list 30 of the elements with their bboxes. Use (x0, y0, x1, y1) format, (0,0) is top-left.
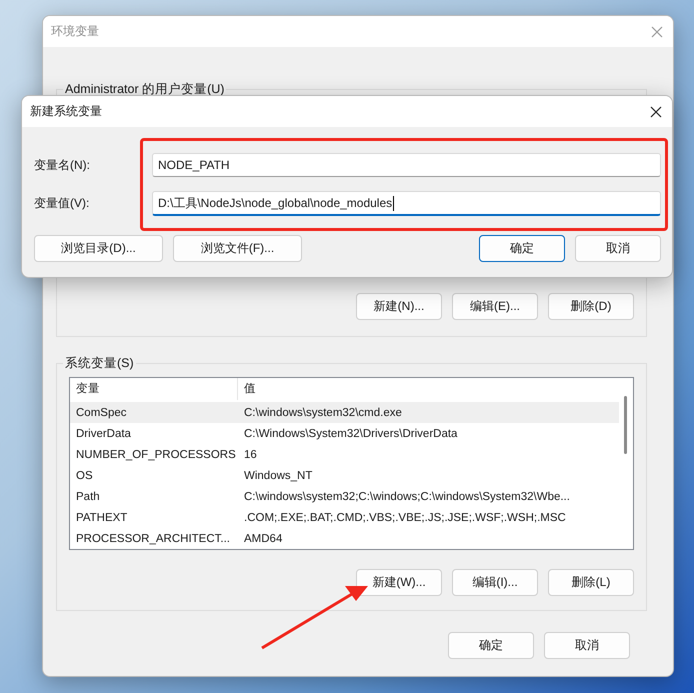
list-row[interactable]: PROCESSOR_ARCHITECT... AMD64 (70, 528, 619, 549)
field-label: 变量值(V): (34, 195, 90, 212)
input-field[interactable]: NODE_PATH (152, 153, 661, 177)
dialog-button[interactable]: 浏览文件(F)... (173, 235, 302, 262)
field-label: 变量名(N): (34, 156, 91, 174)
list-row[interactable]: DriverData C:\Windows\System32\Drivers\DriverData (70, 423, 619, 444)
column-header[interactable]: 变量 (70, 378, 238, 400)
list-row[interactable]: Path C:\windows\system32;C:\windows;C:\windows\System32\Wbe... (70, 486, 619, 507)
input-field[interactable]: D:\工具\NodeJs\node_global\node_modules (152, 191, 661, 216)
action-button[interactable]: 编辑(I)... (452, 569, 538, 596)
action-button[interactable]: 新建(W)... (356, 569, 442, 596)
list-row[interactable]: NUMBER_OF_PROCESSORS 16 (70, 444, 619, 465)
column-header[interactable]: 值 (238, 378, 619, 400)
dialog-button[interactable]: 取消 (544, 632, 630, 659)
dialog-button[interactable]: 确定 (479, 235, 565, 262)
list-row[interactable]: ComSpec C:\windows\system32\cmd.exe (70, 402, 619, 423)
action-button[interactable]: 编辑(E)... (452, 293, 538, 320)
window-title: 环境变量 (51, 23, 99, 40)
action-button[interactable]: 删除(L) (548, 569, 634, 596)
dialog-button[interactable]: 确定 (448, 632, 534, 659)
close-icon[interactable] (650, 106, 662, 118)
dialog-button[interactable]: 浏览目录(D)... (34, 235, 163, 262)
action-button[interactable]: 新建(N)... (356, 293, 442, 320)
dialog-title: 新建系统变量 (30, 103, 102, 120)
scrollbar-thumb[interactable] (624, 396, 627, 454)
list-row[interactable]: PATHEXT .COM;.EXE;.BAT;.CMD;.VBS;.VBE;.JS;.JSE;.WSF;.WSH;.MSC (70, 507, 619, 528)
action-button[interactable]: 删除(D) (548, 293, 634, 320)
group-label: 系统变量(S) (63, 355, 136, 371)
list-row[interactable]: OS Windows_NT (70, 465, 619, 486)
dialog-button[interactable]: 取消 (575, 235, 661, 262)
